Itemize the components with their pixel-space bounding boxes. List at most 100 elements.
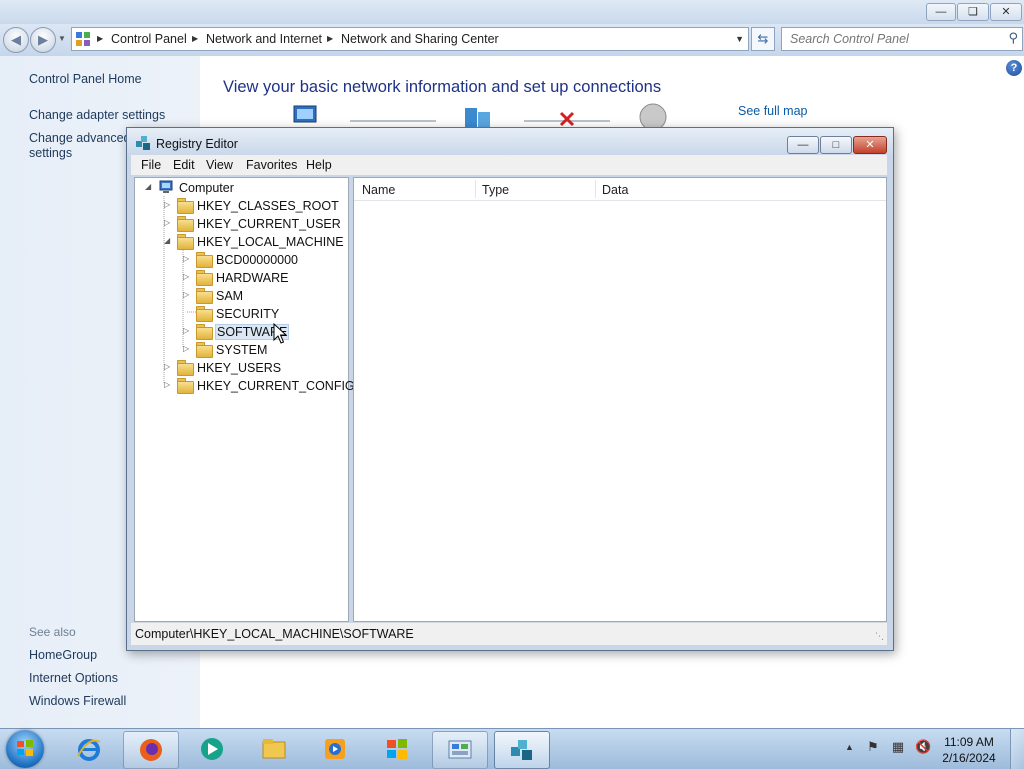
address-dropdown-icon[interactable]: ▼ (735, 34, 744, 44)
tree-label: SAM (216, 289, 244, 303)
expand-arrow-icon[interactable]: ▷ (164, 218, 173, 227)
see-full-map-link[interactable]: See full map (738, 104, 807, 118)
tree-label: HKEY_CURRENT_CONFIG (197, 379, 355, 393)
expand-arrow-icon[interactable]: ▷ (183, 290, 192, 299)
computer-icon (159, 180, 173, 193)
registry-tree-pane[interactable]: ◢ Computer ▷ HKEY_CLASSES_ROOT ▷ HKEY_CU… (134, 177, 355, 622)
action-center-flag-icon[interactable]: ⚑ (865, 739, 881, 755)
windows-firewall-link[interactable]: Windows Firewall (29, 694, 126, 708)
taskbar-registry-editor[interactable] (494, 731, 550, 769)
taskbar-windows-update[interactable] (370, 731, 424, 767)
network-icon[interactable] (463, 104, 495, 128)
column-data[interactable]: Data (602, 183, 628, 197)
tree-node-bcd00000000[interactable]: ▷ BCD00000000 (183, 251, 343, 269)
menu-favorites[interactable]: Favorites (246, 158, 297, 172)
media-player-icon (325, 739, 345, 759)
breadcrumb-arrow-icon[interactable]: ▶ (192, 34, 198, 43)
tree-node-computer[interactable]: ◢ Computer (145, 179, 345, 197)
breadcrumb-network-and-internet[interactable]: Network and Internet (206, 32, 322, 46)
change-advanced-settings-link[interactable]: Change advanced (29, 131, 130, 145)
close-button[interactable]: ✕ (853, 136, 887, 154)
collapse-arrow-icon[interactable]: ◢ (164, 236, 173, 245)
breadcrumb-arrow-icon[interactable]: ▶ (327, 34, 333, 43)
tree-label: SYSTEM (216, 343, 268, 357)
refresh-icon: ⇆ (757, 31, 769, 46)
expand-arrow-icon[interactable]: ▷ (164, 380, 173, 389)
tree-node-hardware[interactable]: ▷ HARDWARE (183, 269, 343, 287)
expand-arrow-icon[interactable]: ▷ (183, 326, 192, 335)
address-row: ◀ ▶ ▼ ▶ Control Panel ▶ Network and Inte… (0, 24, 1024, 56)
collapse-arrow-icon[interactable]: ◢ (145, 182, 154, 191)
taskbar-media-app[interactable] (185, 731, 239, 767)
tree-node-hkey-current-config[interactable]: ▷ HKEY_CURRENT_CONFIG (164, 377, 355, 395)
menu-edit[interactable]: Edit (173, 158, 195, 172)
volume-muted-icon[interactable]: 🔇 (915, 739, 931, 755)
show-desktop-button[interactable] (1010, 729, 1024, 769)
menu-file[interactable]: File (141, 158, 161, 172)
forward-button[interactable]: ▶ (30, 27, 56, 53)
recent-pages-chevron-icon[interactable]: ▼ (58, 34, 66, 43)
expand-arrow-icon[interactable]: ▷ (183, 272, 192, 281)
column-name[interactable]: Name (362, 183, 395, 197)
close-button[interactable]: ✕ (990, 3, 1022, 21)
clock-time[interactable]: 11:09 AM (940, 735, 998, 749)
minimize-button[interactable]: — (926, 3, 956, 21)
maximize-button[interactable]: □ (820, 136, 852, 154)
tree-node-hkey-local-machine[interactable]: ◢ HKEY_LOCAL_MACHINE (164, 233, 344, 251)
menu-help[interactable]: Help (306, 158, 332, 172)
computer-icon[interactable] (290, 104, 322, 128)
search-box[interactable]: ⚲ (781, 27, 1023, 51)
registry-values-pane[interactable]: Name Type Data (353, 177, 887, 622)
breadcrumb-network-and-sharing-center[interactable]: Network and Sharing Center (341, 32, 499, 46)
show-hidden-icons-chevron-icon[interactable]: ▲ (845, 742, 854, 752)
network-icon[interactable]: ▦ (890, 739, 906, 755)
column-separator[interactable] (595, 180, 596, 198)
clock-date[interactable]: 2/16/2024 (940, 751, 998, 765)
taskbar-internet-explorer[interactable] (62, 731, 116, 767)
expand-arrow-icon[interactable]: ▷ (183, 254, 192, 263)
help-icon[interactable]: ? (1006, 60, 1022, 76)
menu-view[interactable]: View (206, 158, 233, 172)
breadcrumb-control-panel[interactable]: Control Panel (111, 32, 187, 46)
tree-node-hkey-current-user[interactable]: ▷ HKEY_CURRENT_USER (164, 215, 344, 233)
taskbar-firefox[interactable] (123, 731, 179, 769)
expand-arrow-icon[interactable]: ▷ (164, 200, 173, 209)
taskbar-windows-explorer[interactable] (247, 731, 301, 767)
taskbar-control-panel[interactable] (432, 731, 488, 769)
menu-bar: File Edit View Favorites Help (131, 155, 887, 175)
media-app-icon (201, 738, 223, 760)
folder-icon (196, 270, 213, 286)
tree-label: Computer (179, 181, 234, 195)
taskbar: ▲ ⚑ ▦ 🔇 11:09 AM 2/16/2024 (0, 728, 1024, 769)
minimize-button[interactable]: — (787, 136, 819, 154)
expand-arrow-icon[interactable]: ▷ (183, 344, 192, 353)
refresh-button[interactable]: ⇆ (751, 27, 775, 51)
tree-node-system[interactable]: ▷ SYSTEM (183, 341, 343, 359)
address-bar[interactable]: ▶ Control Panel ▶ Network and Internet ▶… (71, 27, 749, 51)
tree-node-hkey-classes-root[interactable]: ▷ HKEY_CLASSES_ROOT (164, 197, 344, 215)
tree-node-software[interactable]: ▷ SOFTWARE (183, 323, 343, 341)
search-input[interactable] (788, 31, 1002, 47)
folder-icon (196, 342, 213, 358)
tree-node-security[interactable]: SECURITY (183, 305, 343, 323)
internet-options-link[interactable]: Internet Options (29, 671, 118, 685)
windows-logo-icon (17, 740, 33, 756)
change-adapter-settings-link[interactable]: Change adapter settings (29, 108, 165, 122)
change-advanced-settings-link-line2[interactable]: settings (29, 146, 72, 160)
internet-globe-icon[interactable] (638, 102, 668, 128)
expand-arrow-icon[interactable]: ▷ (164, 362, 173, 371)
tree-node-sam[interactable]: ▷ SAM (183, 287, 343, 305)
tree-node-hkey-users[interactable]: ▷ HKEY_USERS (164, 359, 344, 377)
restore-button[interactable]: ❏ (957, 3, 989, 21)
back-button[interactable]: ◀ (3, 27, 29, 53)
start-button[interactable] (6, 730, 44, 768)
column-type[interactable]: Type (482, 183, 509, 197)
control-panel-home-link[interactable]: Control Panel Home (29, 72, 142, 86)
window-title: Registry Editor (156, 137, 238, 151)
resize-grip-icon[interactable]: ⋱ (875, 631, 884, 642)
column-separator[interactable] (475, 180, 476, 198)
homegroup-link[interactable]: HomeGroup (29, 648, 97, 662)
taskbar-media-player[interactable] (308, 731, 362, 767)
search-icon[interactable]: ⚲ (1008, 30, 1018, 46)
registry-editor-titlebar[interactable]: Registry Editor — □ ✕ (127, 128, 893, 158)
